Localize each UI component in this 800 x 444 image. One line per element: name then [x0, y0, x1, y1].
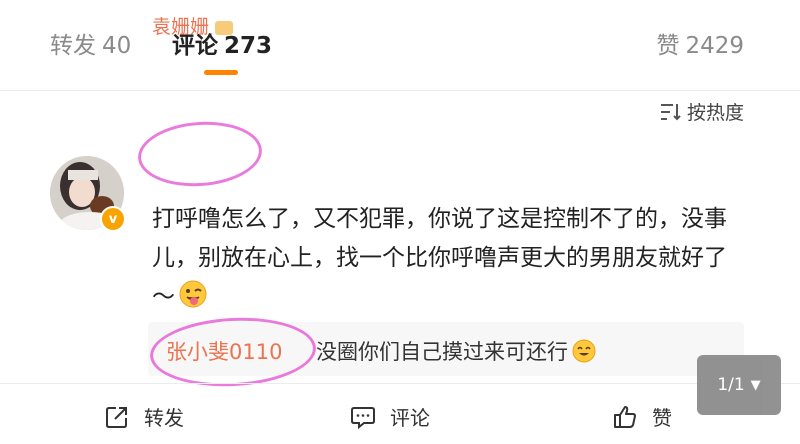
- tab-count: 2429: [685, 33, 744, 59]
- comment-tabs: 转发 40 评论 273 赞 2429: [0, 0, 800, 90]
- pager-label: 1/1: [717, 375, 745, 395]
- chevron-down-icon: ▼: [750, 377, 761, 393]
- verified-badge-icon: v: [100, 206, 126, 232]
- comment-body: 打呼噜怎么了，又不犯罪，你说了这是控制不了的，没事儿，别放在心上，找一个比你呼噜…: [152, 200, 732, 317]
- share-icon: [106, 406, 127, 428]
- comment-username[interactable]: 袁姗姗: [152, 12, 234, 39]
- bottom-action-bar: 转发 评论 赞: [0, 384, 800, 444]
- highlight-circle: [135, 117, 265, 191]
- tongue-wink-emoji-icon: [179, 280, 207, 308]
- smile-emoji-icon: [572, 339, 596, 363]
- avatar[interactable]: v: [50, 156, 126, 232]
- repost-label: 转发: [144, 406, 184, 430]
- comment-label: 评论: [390, 406, 430, 430]
- like-button[interactable]: 赞: [612, 402, 672, 431]
- tab-likes[interactable]: 赞 2429: [656, 26, 744, 60]
- tab-label: 转发: [50, 33, 96, 59]
- page-indicator-button[interactable]: 1/1 ▼: [697, 355, 781, 415]
- sort-by-hot-button[interactable]: 按热度: [659, 98, 744, 125]
- thumbs-up-icon: [614, 405, 636, 428]
- comment-text: 打呼噜怎么了，又不犯罪，你说了这是控制不了的，没事儿，别放在心上，找一个比你呼噜…: [152, 206, 727, 310]
- reply-text-content: 没圈你们自己摸过来可还行: [316, 340, 568, 364]
- comment-button[interactable]: 评论: [350, 402, 430, 431]
- active-tab-indicator: [204, 70, 238, 75]
- tab-count: 40: [102, 33, 132, 59]
- repost-button[interactable]: 转发: [104, 402, 184, 431]
- reply-text: 没圈你们自己摸过来可还行: [316, 336, 596, 366]
- tab-reposts[interactable]: 转发 40: [50, 26, 131, 60]
- divider: [0, 90, 800, 91]
- comment-icon: [351, 406, 375, 429]
- sort-label: 按热度: [686, 102, 744, 124]
- sort-icon: [660, 103, 681, 120]
- username-text: 袁姗姗: [152, 16, 210, 38]
- like-label: 赞: [652, 406, 672, 430]
- user-level-icon: [215, 20, 234, 35]
- tab-label: 赞: [656, 33, 680, 59]
